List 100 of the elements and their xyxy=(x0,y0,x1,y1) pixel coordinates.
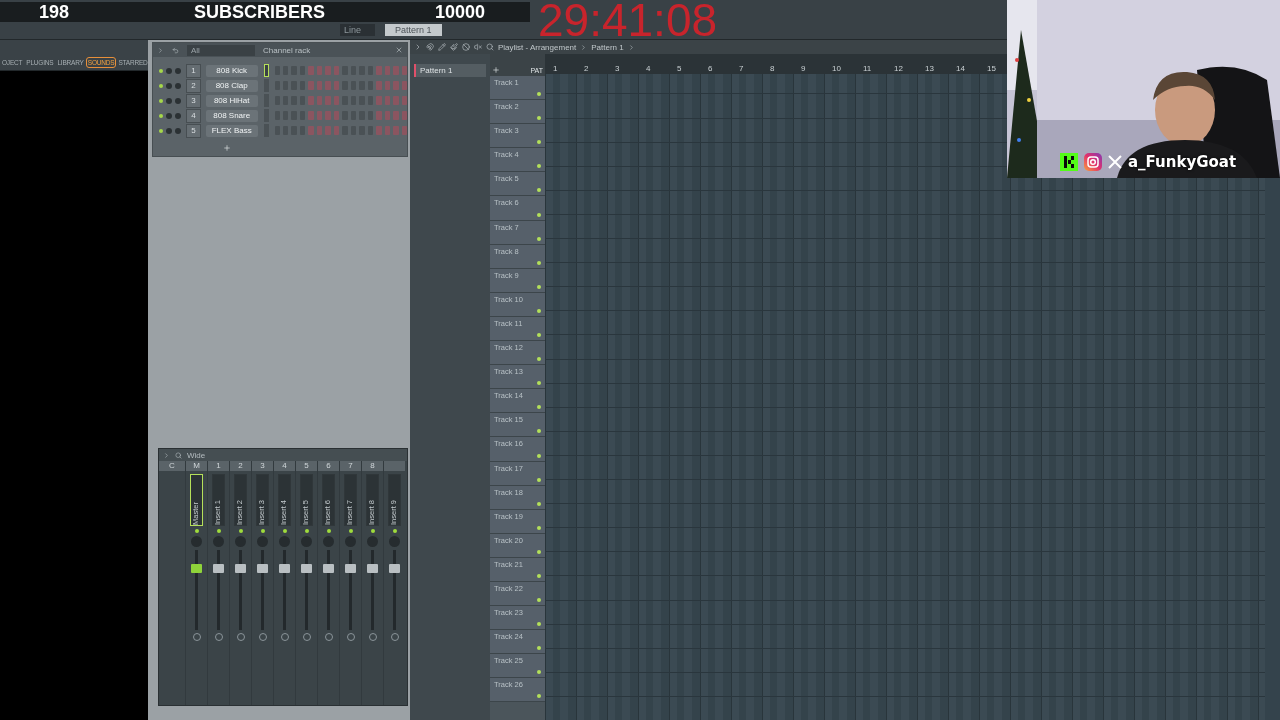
track-led[interactable] xyxy=(537,212,541,217)
subscriber-count: 198 xyxy=(39,1,70,23)
strip-number: 5 xyxy=(296,461,317,471)
strip-number: C xyxy=(159,461,185,471)
track-led[interactable] xyxy=(537,622,541,627)
volume-fader[interactable] xyxy=(323,564,334,574)
track-led[interactable] xyxy=(537,140,541,145)
enable-led[interactable] xyxy=(282,529,287,533)
mute-led[interactable] xyxy=(159,83,163,88)
volume-knob[interactable] xyxy=(174,82,181,89)
track-led[interactable] xyxy=(537,670,541,675)
enable-led[interactable] xyxy=(260,529,265,533)
countdown-timer: 29:41:08 xyxy=(538,0,718,42)
channel-number[interactable]: 2 xyxy=(185,78,201,93)
pan-knob[interactable] xyxy=(166,112,172,119)
track-led[interactable] xyxy=(537,405,541,410)
pattern-item[interactable]: Pattern 1 xyxy=(414,64,486,77)
bar-number: 10 xyxy=(832,64,842,74)
track-led[interactable] xyxy=(537,646,541,651)
volume-fader[interactable] xyxy=(389,564,400,574)
volume-fader[interactable] xyxy=(213,564,224,574)
volume-fader[interactable] xyxy=(257,564,268,574)
volume-knob[interactable] xyxy=(174,127,181,134)
track-led[interactable] xyxy=(537,116,541,121)
track-led[interactable] xyxy=(537,477,541,482)
channel-name-button[interactable]: FLEX Bass xyxy=(205,124,258,137)
track-led[interactable] xyxy=(537,357,541,362)
track-led[interactable] xyxy=(537,236,541,241)
track-led[interactable] xyxy=(537,381,541,386)
track-led[interactable] xyxy=(537,429,541,434)
snap-dropdown[interactable]: Line xyxy=(340,24,375,36)
delete-icon[interactable] xyxy=(462,43,470,51)
track-led[interactable] xyxy=(537,501,541,506)
enable-led[interactable] xyxy=(216,529,221,533)
mute-led[interactable] xyxy=(159,113,163,118)
track-led[interactable] xyxy=(537,188,541,193)
mute-led[interactable] xyxy=(159,68,163,73)
track-led[interactable] xyxy=(537,525,541,530)
track-led[interactable] xyxy=(537,453,541,458)
enable-led[interactable] xyxy=(370,529,375,533)
mute-icon[interactable] xyxy=(474,43,482,51)
volume-fader[interactable] xyxy=(345,564,356,574)
track-led[interactable] xyxy=(537,164,541,169)
mute-led[interactable] xyxy=(159,128,163,133)
channel-rack-title: Channel rack xyxy=(263,45,312,55)
search-icon[interactable] xyxy=(175,451,182,459)
zoom-icon[interactable] xyxy=(486,43,494,51)
track-led[interactable] xyxy=(537,92,541,97)
pan-knob[interactable] xyxy=(166,127,172,134)
bar-number: 11 xyxy=(863,64,873,74)
track-led[interactable] xyxy=(537,284,541,289)
enable-led[interactable] xyxy=(348,529,353,533)
mute-led[interactable] xyxy=(159,98,163,103)
brush-icon[interactable] xyxy=(450,43,458,51)
track-led[interactable] xyxy=(537,694,541,699)
close-icon[interactable] xyxy=(395,46,403,54)
volume-fader[interactable] xyxy=(301,564,312,574)
magnet-icon[interactable] xyxy=(426,43,434,51)
channel-number[interactable]: 4 xyxy=(185,108,201,123)
volume-knob[interactable] xyxy=(174,112,181,119)
track-led[interactable] xyxy=(537,260,541,265)
channel-number[interactable]: 5 xyxy=(185,123,201,138)
enable-led[interactable] xyxy=(194,529,199,533)
channel-name-button[interactable]: 808 Clap xyxy=(205,79,258,92)
channel-name-button[interactable]: 808 Snare xyxy=(205,109,258,122)
enable-led[interactable] xyxy=(304,529,309,533)
volume-fader[interactable] xyxy=(279,564,290,574)
pan-knob[interactable] xyxy=(166,97,172,104)
volume-fader[interactable] xyxy=(367,564,378,574)
pencil-icon[interactable] xyxy=(438,43,446,51)
volume-knob[interactable] xyxy=(174,97,181,104)
bar-number: 5 xyxy=(677,64,683,74)
pattern-selector[interactable]: Pattern 1 xyxy=(385,24,442,36)
enable-led[interactable] xyxy=(238,529,243,533)
channel-number[interactable]: 3 xyxy=(185,93,201,108)
volume-fader[interactable] xyxy=(191,564,202,574)
track-led[interactable] xyxy=(537,598,541,603)
track-led[interactable] xyxy=(537,573,541,578)
volume-fader[interactable] xyxy=(235,564,246,574)
arrangement-grid[interactable] xyxy=(545,74,1265,720)
bar-number: 13 xyxy=(925,64,935,74)
pan-knob[interactable] xyxy=(166,82,172,89)
channel-select[interactable] xyxy=(263,64,269,77)
channel-name-button[interactable]: 808 HiHat xyxy=(205,94,258,107)
track-led[interactable] xyxy=(537,333,541,338)
volume-knob[interactable] xyxy=(174,67,181,74)
channel-name-button[interactable]: 808 Kick xyxy=(205,64,258,77)
add-track-icon[interactable] xyxy=(492,66,500,74)
add-channel-icon[interactable] xyxy=(223,144,231,152)
group-filter[interactable]: All xyxy=(187,44,255,56)
enable-led[interactable] xyxy=(326,529,331,533)
channel-number[interactable]: 1 xyxy=(185,63,201,78)
track-led[interactable] xyxy=(537,549,541,554)
track-led[interactable] xyxy=(537,308,541,313)
playlist-pattern[interactable]: Pattern 1 xyxy=(591,42,624,52)
undo-icon[interactable] xyxy=(172,46,179,54)
camera-icon xyxy=(1084,153,1102,171)
enable-led[interactable] xyxy=(392,529,397,533)
mixer-layout[interactable]: Wide xyxy=(187,450,206,460)
pan-knob[interactable] xyxy=(166,67,172,74)
